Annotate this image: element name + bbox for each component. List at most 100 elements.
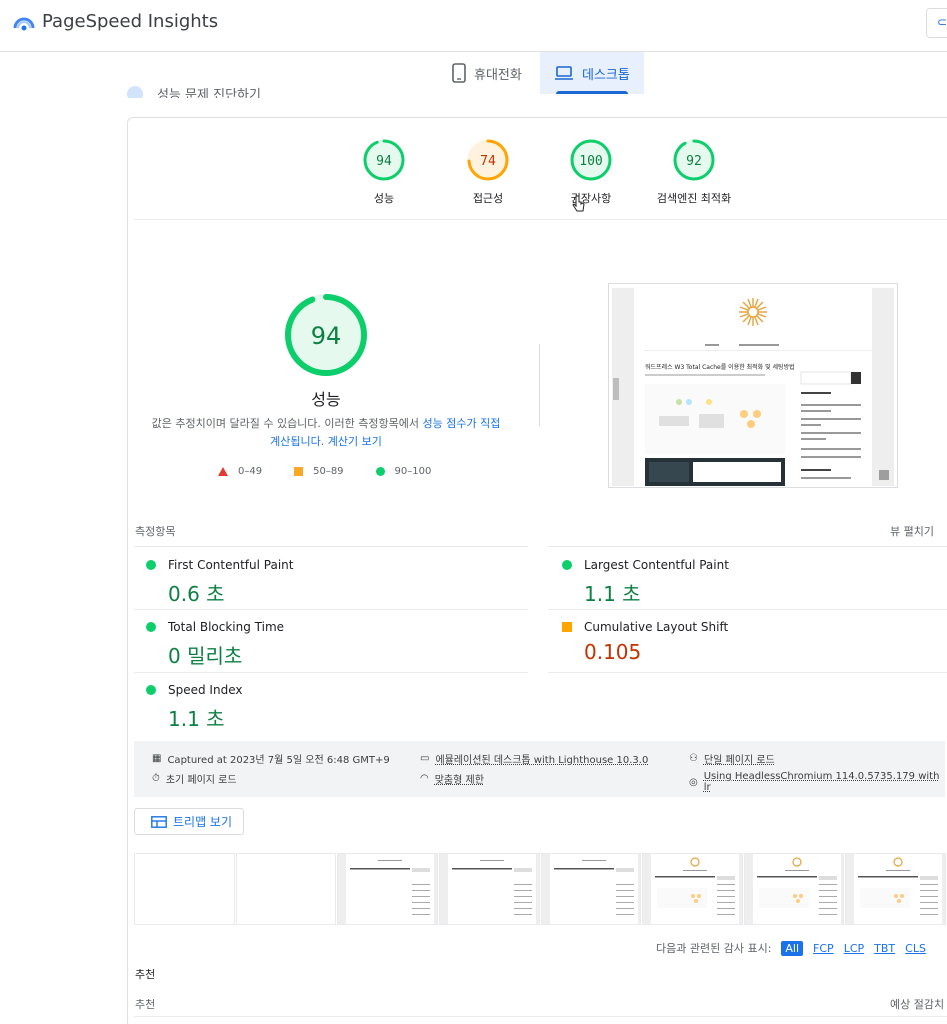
filmstrip-frame xyxy=(438,853,540,925)
page-screenshot-image: 워드프레스 W3 Total Cache를 이용한 최적화 및 세팅방법 xyxy=(609,284,897,487)
category-label: 성능 xyxy=(373,192,395,205)
metric-divider xyxy=(548,546,947,547)
expand-view-toggle[interactable]: 뷰 펼치기 xyxy=(890,523,934,539)
metric-value: 0.6 초 xyxy=(168,582,225,606)
category-gauge[interactable]: 100 권장사항 xyxy=(541,138,641,206)
tab-desktop[interactable]: 데스크톱 xyxy=(540,52,644,94)
runtime-single-page[interactable]: ⚇ 단일 페이지 로드 xyxy=(689,751,775,766)
average-square-icon xyxy=(562,622,572,632)
metric-value: 0.105 xyxy=(584,640,642,664)
mouse-cursor-icon xyxy=(572,195,585,212)
tab-desktop-label: 데스크톱 xyxy=(582,67,630,83)
tab-mobile-label: 휴대전화 xyxy=(474,67,522,83)
devices-icon: ▭ xyxy=(420,753,430,764)
category-label: 검색엔진 최적화 xyxy=(656,192,732,205)
filter-chip-cls[interactable]: CLS xyxy=(905,942,926,955)
view-treemap-button[interactable]: 트리맵 보기 xyxy=(134,808,244,835)
audit-filter-label: 다음과 관련된 감사 표시: xyxy=(656,942,772,955)
metric-value: 1.1 초 xyxy=(168,707,225,731)
filmstrip-frame xyxy=(743,853,845,925)
people-icon: ⚇ xyxy=(689,753,698,764)
treemap-icon xyxy=(151,815,167,828)
filmstrip-frame xyxy=(235,853,337,925)
filter-chip-all[interactable]: All xyxy=(781,940,804,956)
metric-tbt: Total Blocking Time 0 밀리초 xyxy=(146,620,284,669)
filmstrip-frame xyxy=(845,853,946,925)
audit-filter: 다음과 관련된 감사 표시: All FCP LCP TBT CLS xyxy=(656,940,926,956)
metric-name: First Contentful Paint xyxy=(168,558,294,572)
app-title[interactable]: PageSpeed Insights xyxy=(42,11,218,32)
filter-chip-fcp[interactable]: FCP xyxy=(813,942,834,955)
category-label: 권장사항 xyxy=(570,192,612,205)
category-score: 92 xyxy=(686,154,702,169)
tab-mobile[interactable]: 휴대전화 xyxy=(438,52,536,94)
metric-divider xyxy=(134,672,528,673)
filter-chip-lcp[interactable]: LCP xyxy=(844,942,864,955)
filmstrip-frame xyxy=(540,853,642,925)
category-score: 74 xyxy=(480,154,496,169)
section-divider xyxy=(134,1016,947,1017)
runtime-browser-text: Using HeadlessChromium 114.0.5735.179 wi… xyxy=(703,771,940,793)
triangle-icon xyxy=(218,467,228,476)
legend-fail: 0–49 xyxy=(218,466,262,477)
category-gauge-ring: 100 xyxy=(570,139,612,181)
treemap-label: 트리맵 보기 xyxy=(173,815,233,829)
metric-name: Largest Contentful Paint xyxy=(584,558,729,572)
metric-name: Total Blocking Time xyxy=(168,620,285,634)
runtime-single-page-text: 단일 페이지 로드 xyxy=(703,755,775,766)
calculator-link[interactable]: 계산기 보기 xyxy=(328,435,382,448)
performance-gauge: 94 xyxy=(285,294,367,376)
category-score: 100 xyxy=(579,154,602,169)
vertical-separator xyxy=(539,344,540,426)
category-gauge[interactable]: 92 검색엔진 최적화 xyxy=(644,138,744,206)
metric-divider xyxy=(134,546,528,547)
metric-lcp: Largest Contentful Paint 1.1 초 xyxy=(562,558,729,607)
link-icon: ⊂⊃ xyxy=(937,15,947,29)
circle-icon xyxy=(375,467,385,476)
metric-divider xyxy=(134,609,528,610)
legend-average: 50–89 xyxy=(294,466,344,477)
category-gauge-ring: 94 xyxy=(363,139,405,181)
runtime-emulation-text: 에뮬레이션된 데스크톱 with Lighthouse 10.3.0 xyxy=(435,755,649,766)
runtime-settings: ▦ Captured at 2023년 7월 5일 오전 6:48 GMT+9 ▭… xyxy=(134,741,945,797)
pass-circle-icon xyxy=(146,622,156,632)
final-screenshot[interactable]: 워드프레스 W3 Total Cache를 이용한 최적화 및 세팅방법 xyxy=(608,283,898,488)
chrome-icon: ◎ xyxy=(689,776,698,788)
legend-average-label: 50–89 xyxy=(313,466,344,477)
category-score: 94 xyxy=(376,154,392,169)
runtime-captured: ▦ Captured at 2023년 7월 5일 오전 6:48 GMT+9 xyxy=(152,751,390,766)
square-icon xyxy=(294,467,304,476)
metric-name: Cumulative Layout Shift xyxy=(584,620,729,634)
runtime-browser[interactable]: ◎ Using HeadlessChromium 114.0.5735.179 w… xyxy=(689,771,945,793)
metrics-title: 측정항목 xyxy=(135,525,176,538)
diagnose-section-text: 성능 문제 진단하기 xyxy=(157,88,261,98)
tab-selected-indicator xyxy=(556,91,628,94)
category-gauge[interactable]: 74 접근성 xyxy=(438,138,538,206)
runtime-throttling-text: 맞춤형 제한 xyxy=(434,775,484,786)
section-icon xyxy=(127,86,143,98)
metric-si: Speed Index 1.1 초 xyxy=(146,683,242,732)
runtime-initial-load-text: 초기 페이지 로드 xyxy=(165,775,237,786)
metric-divider xyxy=(548,672,947,673)
pass-circle-icon xyxy=(146,560,156,570)
metric-cls: Cumulative Layout Shift 0.105 xyxy=(562,620,728,664)
wifi-icon: ◠ xyxy=(420,773,429,784)
pagespeed-logo-icon xyxy=(13,17,35,31)
filmstrip-frame xyxy=(134,853,235,925)
pass-circle-icon xyxy=(146,685,156,695)
metric-divider xyxy=(548,609,947,610)
share-link-button[interactable]: ⊂⊃ xyxy=(926,8,947,38)
gauges-divider xyxy=(134,219,947,220)
runtime-initial-load: ⏱ 초기 페이지 로드 xyxy=(152,771,237,786)
category-gauge-ring: 74 xyxy=(467,139,509,181)
legend-pass: 90–100 xyxy=(375,466,431,477)
category-gauge[interactable]: 94 성능 xyxy=(334,138,434,206)
screenshot-heading: 워드프레스 W3 Total Cache를 이용한 최적화 및 세팅방법 xyxy=(645,363,795,371)
runtime-emulation[interactable]: ▭ 에뮬레이션된 데스크톱 with Lighthouse 10.3.0 xyxy=(420,751,648,766)
runtime-throttling[interactable]: ◠ 맞춤형 제한 xyxy=(420,771,484,786)
recommendations-heading: 추천 xyxy=(135,968,156,981)
recommendations-subheading: 추천 xyxy=(135,998,156,1011)
filter-chip-tbt[interactable]: TBT xyxy=(874,942,895,955)
calendar-icon: ▦ xyxy=(152,753,162,764)
metric-fcp: First Contentful Paint 0.6 초 xyxy=(146,558,293,607)
